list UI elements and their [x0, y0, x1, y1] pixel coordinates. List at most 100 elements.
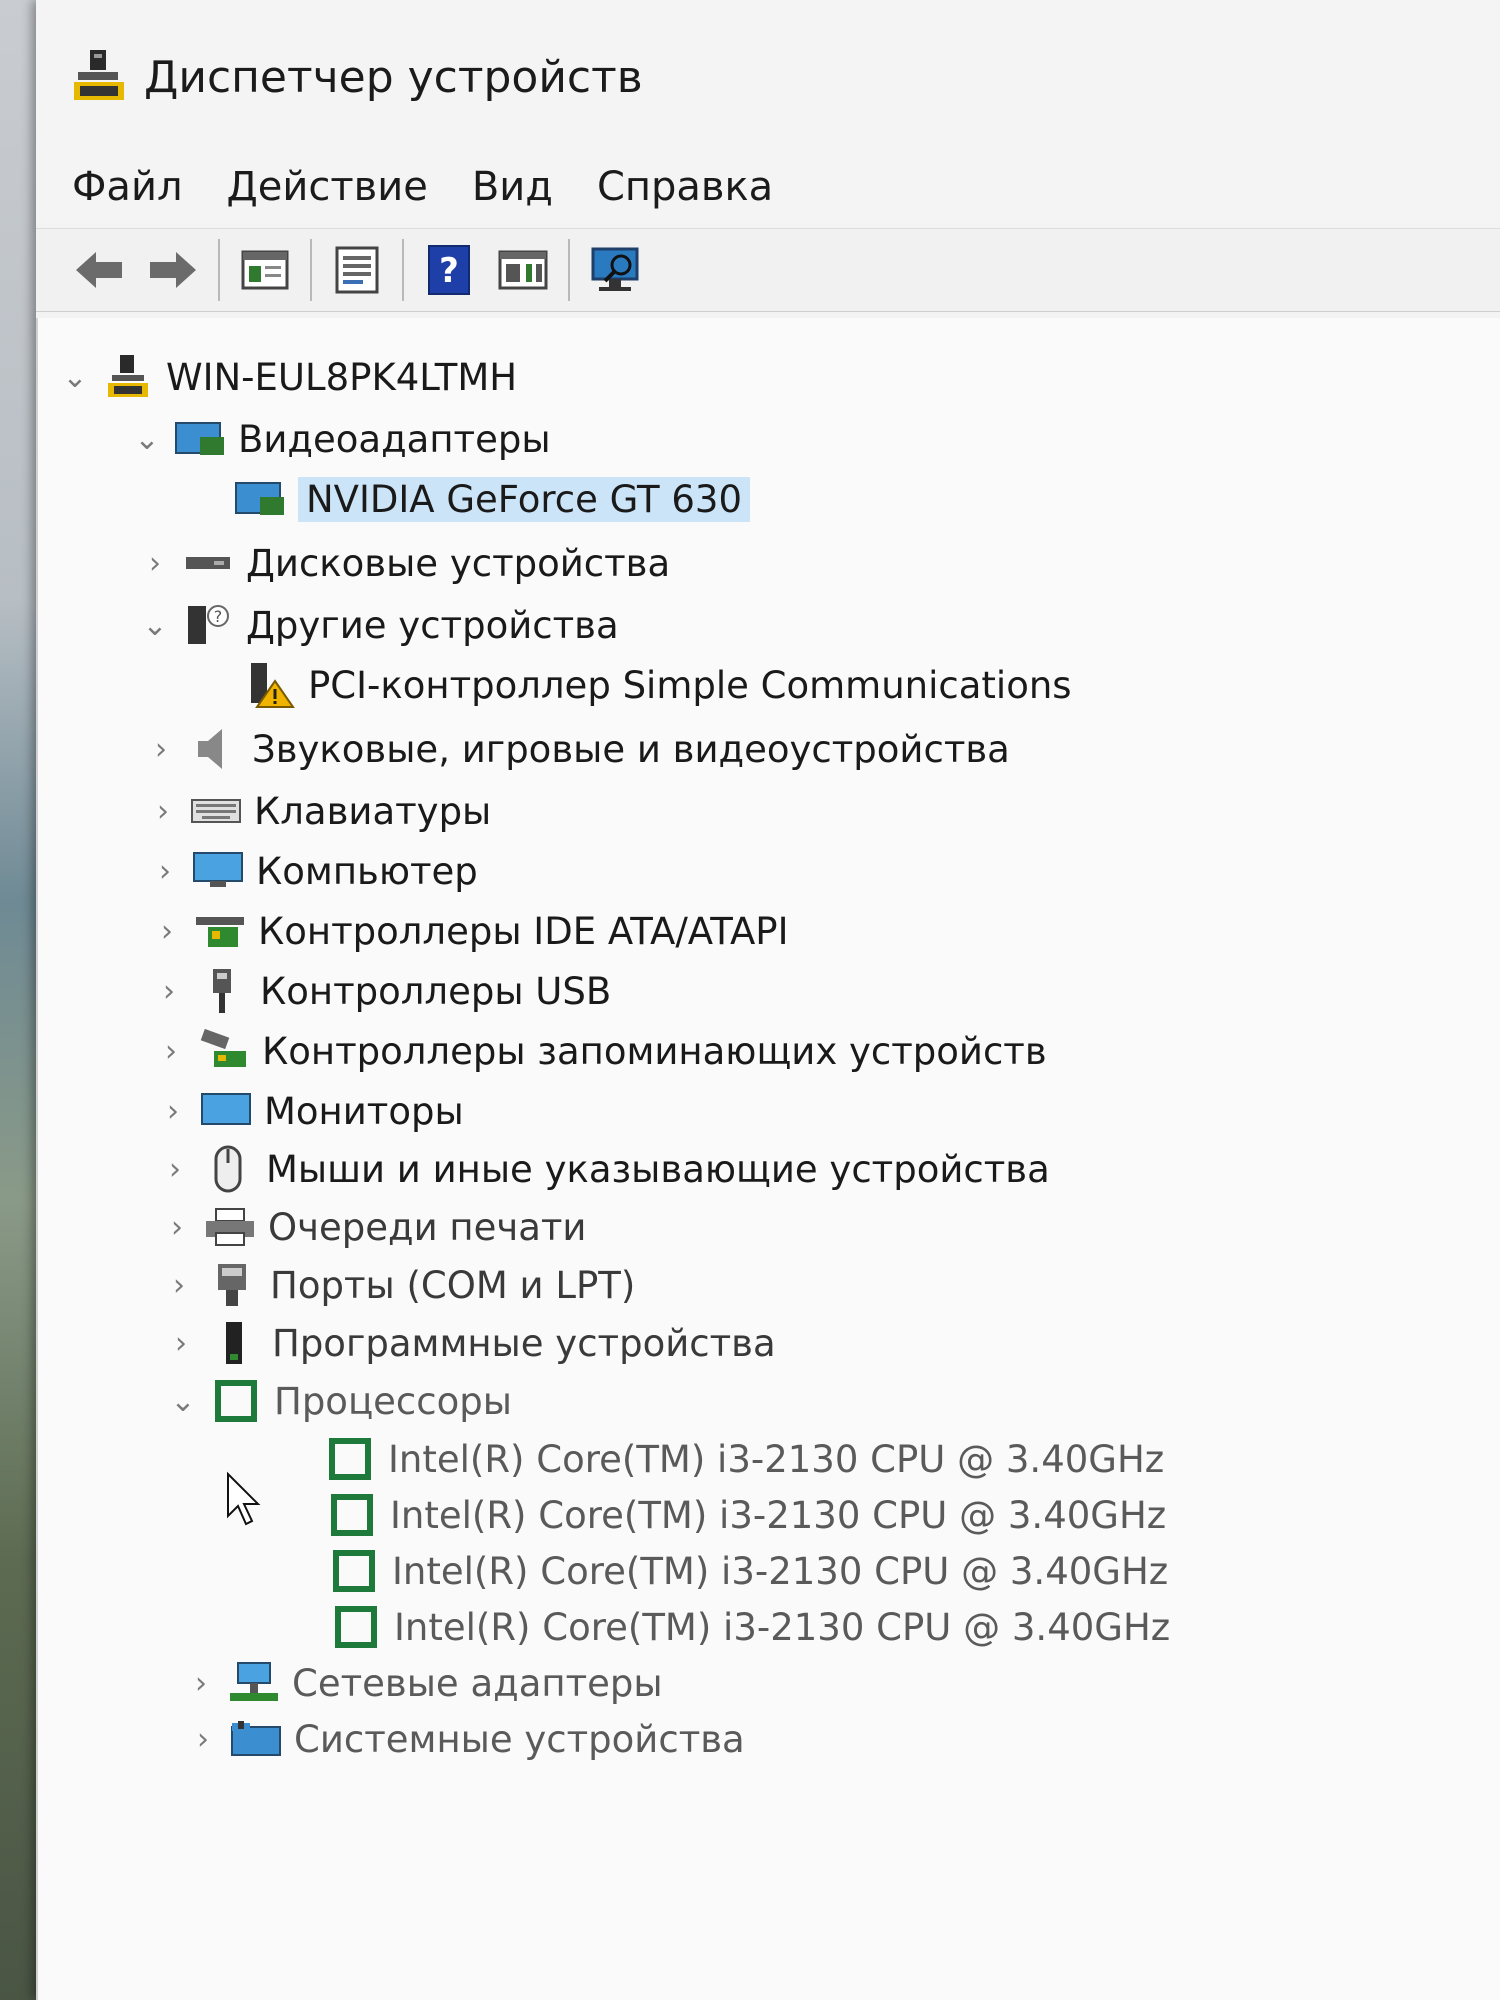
chevron-right-icon[interactable]: ›: [148, 851, 182, 891]
tree-item-label: Компьютер: [256, 849, 478, 893]
monitor-icon: [192, 849, 244, 893]
network-adapter-icon: [228, 1661, 280, 1705]
menu-file[interactable]: Файл: [36, 164, 205, 210]
tree-item-ports[interactable]: › Порты (COM и LPT): [162, 1256, 635, 1314]
tree-item-label: Очереди печати: [268, 1205, 587, 1249]
processor-icon: [210, 1379, 262, 1423]
chevron-right-icon[interactable]: ›: [144, 729, 178, 769]
tree-item-label: Программные устройства: [272, 1321, 776, 1365]
tree-leaf-label: Intel(R) Core(TM) i3-2130 CPU @ 3.40GHz: [394, 1605, 1171, 1649]
tree-item-software-devices[interactable]: › Программные устройства: [164, 1314, 776, 1372]
chevron-right-icon[interactable]: ›: [152, 971, 186, 1011]
keyboard-icon: [190, 789, 242, 833]
tree-item-label: Другие устройства: [246, 603, 619, 647]
mouse-icon: [202, 1145, 254, 1193]
tree-item-label: Видеоадаптеры: [238, 417, 551, 461]
mouse-cursor-icon: [227, 1471, 261, 1526]
chevron-right-icon[interactable]: ›: [158, 1149, 192, 1189]
tree-item-system-devices[interactable]: › Системные устройства: [186, 1710, 745, 1768]
chevron-right-icon[interactable]: ›: [184, 1663, 218, 1703]
tree-leaf-cpu[interactable]: Intel(R) Core(TM) i3-2130 CPU @ 3.40GHz: [324, 1430, 1164, 1488]
port-icon: [206, 1263, 258, 1307]
monitor-scan-icon[interactable]: [588, 243, 642, 297]
tree-item-label: Контроллеры USB: [260, 969, 612, 1013]
tree-item-monitors[interactable]: › Мониторы: [156, 1082, 464, 1140]
software-device-icon: [208, 1321, 260, 1365]
chevron-right-icon[interactable]: ›: [186, 1719, 220, 1759]
toolbar-separator: [568, 239, 570, 301]
device-manager-icon: [74, 50, 124, 100]
storage-controller-icon: [198, 1029, 250, 1073]
tree-item-display-adapters[interactable]: ⌄ Видеоадаптеры: [130, 410, 551, 468]
system-folder-icon: [230, 1717, 282, 1761]
chevron-down-icon[interactable]: ⌄: [166, 1381, 200, 1421]
chevron-down-icon[interactable]: ⌄: [138, 605, 172, 645]
tree-item-network-adapters[interactable]: › Сетевые адаптеры: [184, 1654, 663, 1712]
forward-arrow-icon[interactable]: [146, 243, 200, 297]
help-icon[interactable]: ?: [422, 243, 476, 297]
tree-item-label: Дисковые устройства: [246, 541, 671, 585]
title-bar: Диспетчер устройств: [36, 0, 1500, 150]
tree-root[interactable]: ⌄ WIN-EUL8PK4LTMH: [58, 348, 517, 406]
tree-leaf-label: Intel(R) Core(TM) i3-2130 CPU @ 3.40GHz: [392, 1549, 1169, 1593]
chevron-right-icon[interactable]: ›: [160, 1207, 194, 1247]
tree-item-label: Мыши и иные указывающие устройства: [266, 1147, 1050, 1191]
tree-leaf-cpu[interactable]: Intel(R) Core(TM) i3-2130 CPU @ 3.40GHz: [330, 1598, 1170, 1656]
tree-item-label: Контроллеры запоминающих устройств: [262, 1029, 1047, 1073]
tree-item-computer[interactable]: › Компьютер: [148, 842, 478, 900]
tree-leaf-cpu[interactable]: Intel(R) Core(TM) i3-2130 CPU @ 3.40GHz: [326, 1486, 1166, 1544]
disk-drive-icon: [182, 541, 234, 585]
tree-item-usb-controllers[interactable]: › Контроллеры USB: [152, 962, 611, 1020]
action-pane-icon[interactable]: [496, 243, 550, 297]
device-list-icon[interactable]: [330, 243, 384, 297]
toolbar-separator: [218, 239, 220, 301]
tree-item-label: Сетевые адаптеры: [292, 1661, 663, 1705]
tree-item-print-queues[interactable]: › Очереди печати: [160, 1198, 586, 1256]
menu-action[interactable]: Действие: [205, 164, 450, 210]
ide-controller-icon: [194, 909, 246, 953]
tree-item-ide-controllers[interactable]: › Контроллеры IDE ATA/ATAPI: [150, 902, 788, 960]
tree-item-label: Звуковые, игровые и видеоустройства: [252, 727, 1010, 771]
tree-item-keyboards[interactable]: › Клавиатуры: [146, 782, 491, 840]
svg-text:?: ?: [214, 607, 223, 626]
tree-item-label: Процессоры: [274, 1379, 512, 1423]
device-tree: ⌄ WIN-EUL8PK4LTMH ⌄ Видеоадаптеры NVIDIA…: [36, 318, 1500, 2000]
tree-item-sound-devices[interactable]: › Звуковые, игровые и видеоустройства: [144, 720, 1010, 778]
svg-text:?: ?: [439, 251, 459, 291]
chevron-right-icon[interactable]: ›: [156, 1091, 190, 1131]
chevron-down-icon[interactable]: ⌄: [130, 419, 164, 459]
menu-view[interactable]: Вид: [450, 164, 575, 210]
properties-panel-icon[interactable]: [238, 243, 292, 297]
menu-bar: Файл Действие Вид Справка: [36, 150, 1500, 224]
tree-leaf-label: NVIDIA GeForce GT 630: [298, 476, 751, 522]
tree-item-other-devices[interactable]: ⌄ ? Другие устройства: [138, 596, 619, 654]
tree-item-processors[interactable]: ⌄ Процессоры: [166, 1372, 512, 1430]
tree-leaf-pci-controller[interactable]: PCI-контроллер Simple Communications: [244, 656, 1072, 714]
chevron-right-icon[interactable]: ›: [146, 791, 180, 831]
chevron-right-icon[interactable]: ›: [154, 1031, 188, 1071]
toolbar-separator: [310, 239, 312, 301]
chevron-right-icon[interactable]: ›: [164, 1323, 198, 1363]
usb-icon: [196, 969, 248, 1013]
tree-item-label: Контроллеры IDE ATA/ATAPI: [258, 909, 789, 953]
display-adapter-icon: [174, 417, 226, 461]
chevron-right-icon[interactable]: ›: [138, 543, 172, 583]
tree-item-mice[interactable]: › Мыши и иные указывающие устройства: [158, 1140, 1050, 1198]
chevron-right-icon[interactable]: ›: [162, 1265, 196, 1305]
tree-item-storage-controllers[interactable]: › Контроллеры запоминающих устройств: [154, 1022, 1047, 1080]
chevron-down-icon[interactable]: ⌄: [58, 357, 92, 397]
tree-leaf-label: Intel(R) Core(TM) i3-2130 CPU @ 3.40GHz: [390, 1493, 1167, 1537]
tree-leaf-nvidia[interactable]: NVIDIA GeForce GT 630: [234, 470, 751, 528]
tree-leaf-cpu[interactable]: Intel(R) Core(TM) i3-2130 CPU @ 3.40GHz: [328, 1542, 1168, 1600]
processor-icon: [328, 1549, 380, 1593]
chevron-right-icon[interactable]: ›: [150, 911, 184, 951]
menu-help[interactable]: Справка: [575, 164, 795, 210]
tree-item-label: Порты (COM и LPT): [270, 1263, 636, 1307]
back-arrow-icon[interactable]: [72, 243, 126, 297]
speaker-icon: [188, 727, 240, 771]
tree-item-label: Мониторы: [264, 1089, 464, 1133]
tree-item-label: Клавиатуры: [254, 789, 492, 833]
toolbar-separator: [402, 239, 404, 301]
tree-item-disk-drives[interactable]: › Дисковые устройства: [138, 534, 670, 592]
processor-icon: [324, 1437, 376, 1481]
